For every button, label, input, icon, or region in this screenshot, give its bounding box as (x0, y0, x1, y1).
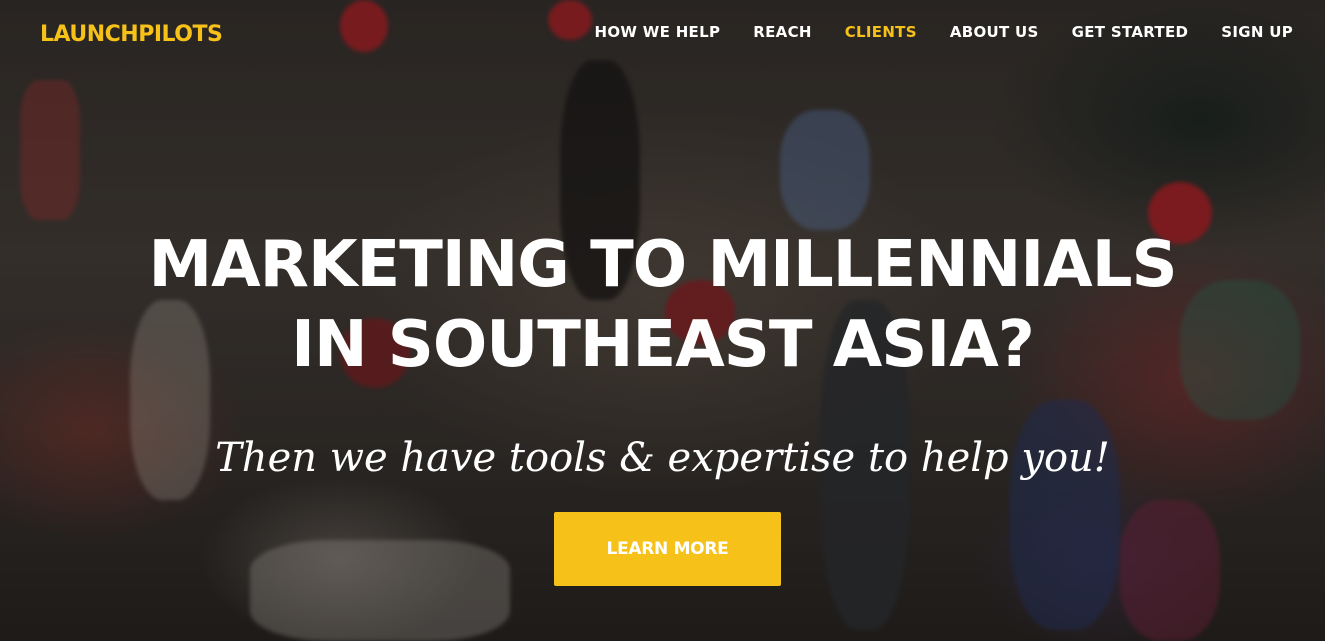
hero-headline: MARKETING TO MILLENNIALS IN SOUTHEAST AS… (0, 225, 1325, 385)
main-nav: HOW WE HELP REACH CLIENTS ABOUT US GET S… (562, 23, 1293, 41)
hero-section: LAUNCHPILOTS HOW WE HELP REACH CLIENTS A… (0, 0, 1325, 641)
hero-headline-line-1: MARKETING TO MILLENNIALS (148, 228, 1177, 302)
nav-item-how-we-help[interactable]: HOW WE HELP (595, 23, 721, 41)
brand-logo[interactable]: LAUNCHPILOTS (40, 22, 223, 47)
hero-headline-line-2: IN SOUTHEAST ASIA? (291, 308, 1035, 382)
nav-item-sign-up[interactable]: SIGN UP (1221, 23, 1293, 41)
hero-subheadline: Then we have tools & expertise to help y… (215, 435, 1110, 481)
nav-item-get-started[interactable]: GET STARTED (1072, 23, 1189, 41)
nav-item-clients[interactable]: CLIENTS (845, 23, 917, 41)
nav-item-reach[interactable]: REACH (753, 23, 811, 41)
nav-item-about-us[interactable]: ABOUT US (950, 23, 1039, 41)
learn-more-button[interactable]: LEARN MORE (554, 512, 781, 586)
